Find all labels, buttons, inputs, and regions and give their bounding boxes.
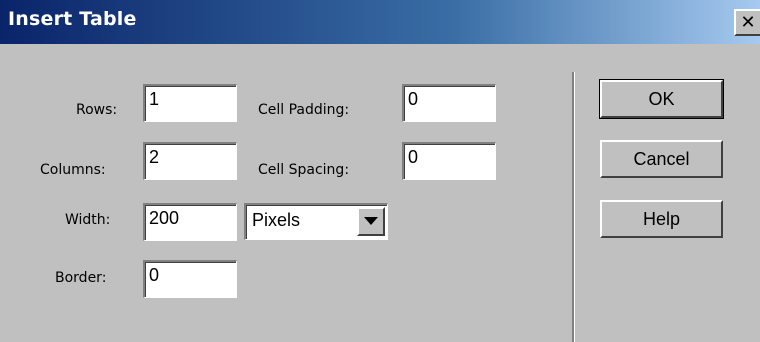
cell-padding-label: Cell Padding: — [258, 102, 350, 118]
width-unit-select[interactable]: Pixels — [244, 203, 388, 240]
columns-label: Columns: — [40, 162, 106, 178]
cell-spacing-input[interactable]: 0 — [402, 142, 496, 180]
cell-spacing-label: Cell Spacing: — [258, 162, 350, 178]
ok-button[interactable]: OK — [599, 79, 724, 119]
title-bar[interactable]: Insert Table ✕ — [0, 0, 760, 44]
chevron-down-icon — [364, 217, 378, 225]
window-title: Insert Table — [8, 8, 137, 30]
cell-padding-input[interactable]: 0 — [402, 84, 496, 122]
dropdown-button[interactable] — [357, 207, 385, 236]
help-button[interactable]: Help — [600, 200, 723, 238]
width-label: Width: — [65, 212, 111, 228]
width-input[interactable]: 200 — [143, 203, 237, 241]
border-input[interactable]: 0 — [143, 260, 237, 298]
width-unit-value: Pixels — [252, 210, 301, 230]
insert-table-dialog: Insert Table ✕ Rows: 1 Columns: 2 Width:… — [0, 0, 760, 342]
rows-input[interactable]: 1 — [143, 84, 237, 122]
vertical-divider — [572, 72, 575, 342]
columns-input[interactable]: 2 — [143, 142, 237, 180]
cancel-button[interactable]: Cancel — [600, 140, 723, 178]
close-icon: ✕ — [740, 12, 756, 33]
close-button[interactable]: ✕ — [734, 9, 760, 36]
border-label: Border: — [55, 270, 107, 286]
rows-label: Rows: — [76, 102, 118, 118]
